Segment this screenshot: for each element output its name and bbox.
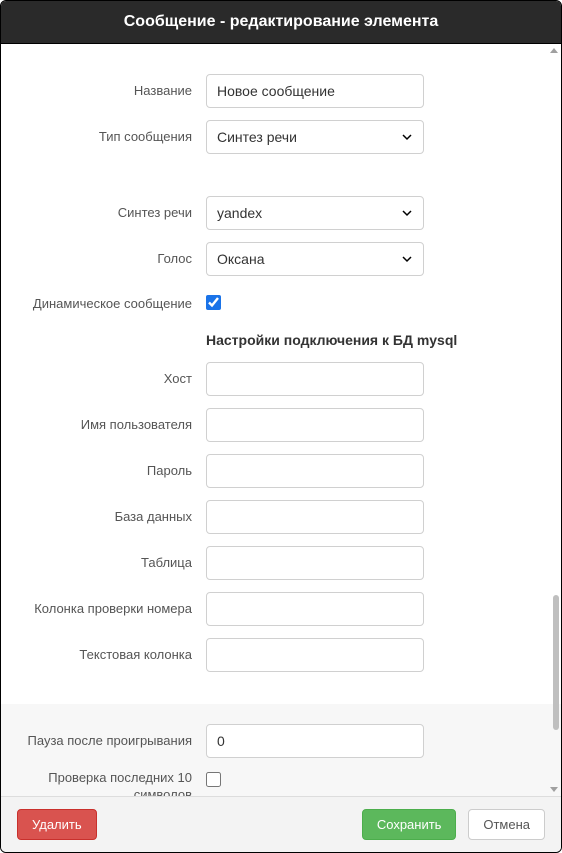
modal-footer: Удалить Сохранить Отмена	[1, 796, 561, 852]
label-message-type: Тип сообщения	[21, 129, 206, 146]
label-password: Пароль	[21, 463, 206, 480]
save-button[interactable]: Сохранить	[362, 809, 457, 840]
section-general: Название Тип сообщения Синтез речи	[1, 44, 561, 186]
cancel-button[interactable]: Отмена	[468, 809, 545, 840]
name-input[interactable]	[206, 74, 424, 108]
db-settings-heading: Настройки подключения к БД mysql	[206, 332, 541, 348]
host-input[interactable]	[206, 362, 424, 396]
scroll-up-icon[interactable]	[550, 48, 558, 53]
label-tts: Синтез речи	[21, 205, 206, 222]
database-input[interactable]	[206, 500, 424, 534]
voice-select[interactable]: Оксана	[206, 242, 424, 276]
label-name: Название	[21, 83, 206, 100]
dynamic-checkbox[interactable]	[206, 295, 221, 310]
pause-after-input[interactable]	[206, 724, 424, 758]
section-playback: Пауза после проигрывания Проверка послед…	[1, 704, 561, 796]
number-check-column-input[interactable]	[206, 592, 424, 626]
modal-dialog: Сообщение - редактирование элемента Назв…	[0, 0, 562, 853]
modal-body: Название Тип сообщения Синтез речи Синте…	[1, 44, 561, 796]
modal-title: Сообщение - редактирование элемента	[1, 1, 561, 44]
label-check-last-10: Проверка последних 10 символов	[21, 770, 206, 796]
password-input[interactable]	[206, 454, 424, 488]
check-last-10-checkbox[interactable]	[206, 772, 221, 787]
label-voice: Голос	[21, 251, 206, 268]
delete-button[interactable]: Удалить	[17, 809, 97, 840]
label-number-check-column: Колонка проверки номера	[21, 601, 206, 618]
section-tts: Синтез речи yandex Голос Оксана Динамиче…	[1, 186, 561, 704]
scroll-down-icon[interactable]	[550, 787, 558, 792]
message-type-select[interactable]: Синтез речи	[206, 120, 424, 154]
scrollbar-thumb[interactable]	[553, 595, 559, 730]
label-username: Имя пользователя	[21, 417, 206, 434]
label-host: Хост	[21, 371, 206, 388]
label-dynamic: Динамическое сообщение	[21, 296, 206, 313]
label-table: Таблица	[21, 555, 206, 572]
table-input[interactable]	[206, 546, 424, 580]
label-pause-after: Пауза после проигрывания	[21, 733, 206, 750]
label-database: База данных	[21, 509, 206, 526]
tts-select[interactable]: yandex	[206, 196, 424, 230]
label-text-column: Текстовая колонка	[21, 647, 206, 664]
username-input[interactable]	[206, 408, 424, 442]
text-column-input[interactable]	[206, 638, 424, 672]
